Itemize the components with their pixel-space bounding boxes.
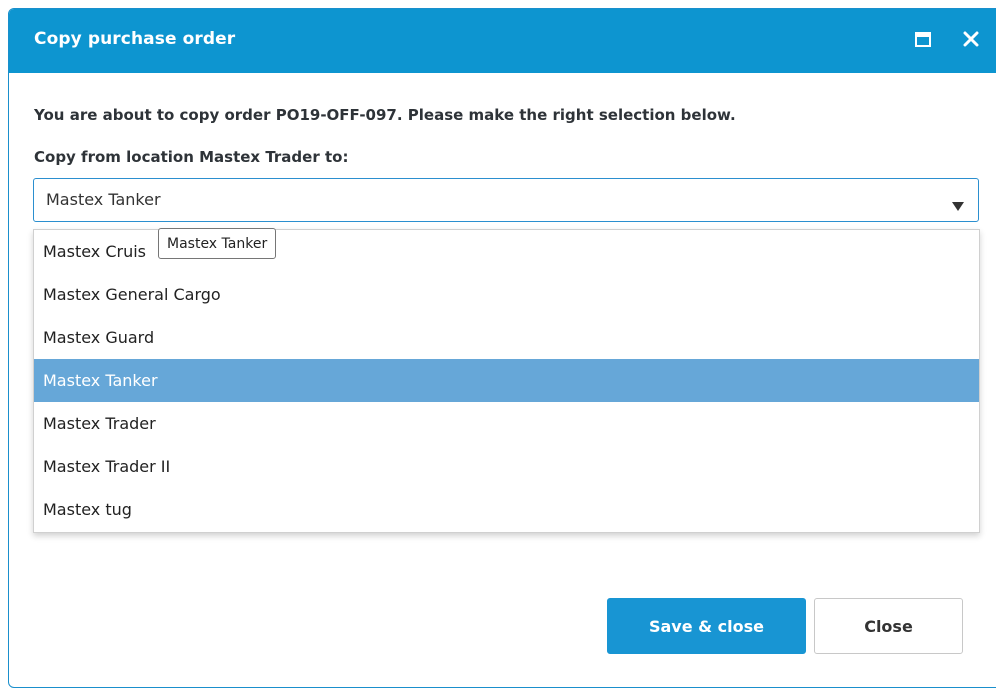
copy-purchase-order-dialog: Copy purchase order You are about to cop… (8, 8, 996, 688)
close-icon[interactable] (960, 28, 982, 50)
location-select-value: Mastex Tanker (46, 190, 161, 209)
copy-location-label: Copy from location Mastex Trader to: (34, 148, 349, 166)
location-select[interactable]: Mastex Tanker (33, 178, 979, 222)
save-close-button[interactable]: Save & close (607, 598, 806, 654)
close-button[interactable]: Close (814, 598, 963, 654)
location-option[interactable]: Mastex General Cargo (34, 273, 979, 316)
location-listbox: Mastex Cruis Mastex General Cargo Mastex… (33, 229, 980, 533)
location-option-selected[interactable]: Mastex Tanker (34, 359, 979, 402)
location-option[interactable]: Mastex Trader II (34, 445, 979, 488)
dialog-title: Copy purchase order (34, 29, 236, 49)
window-maximize-icon[interactable] (912, 28, 934, 50)
caret-down-icon (952, 196, 964, 215)
dialog-titlebar: Copy purchase order (9, 9, 996, 73)
location-option[interactable]: Mastex tug (34, 488, 979, 531)
location-option[interactable]: Mastex Trader (34, 402, 979, 445)
location-option[interactable]: Mastex Guard (34, 316, 979, 359)
option-tooltip: Mastex Tanker (158, 228, 277, 259)
intro-text: You are about to copy order PO19-OFF-097… (34, 106, 736, 124)
